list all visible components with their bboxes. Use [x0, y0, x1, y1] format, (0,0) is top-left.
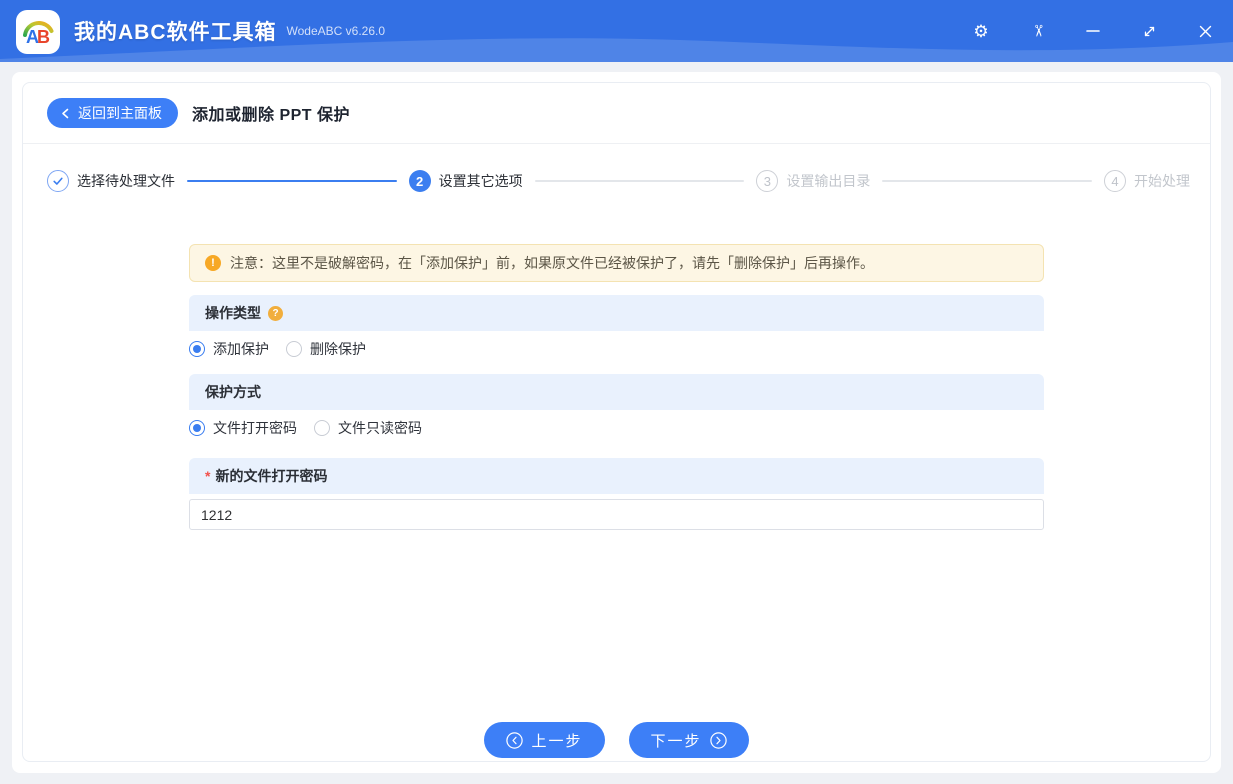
radio-unselected-icon [314, 420, 330, 436]
window-controls: ⚙ ✂ [972, 22, 1214, 40]
form-content: ! 注意：这里不是破解密码，在「添加保护」前，如果原文件已经被保护了，请先「删除… [189, 244, 1044, 530]
circle-arrow-left-icon [506, 731, 524, 749]
step-4-label: 开始处理 [1134, 173, 1191, 189]
required-asterisk: * [205, 468, 211, 484]
back-button-label: 返回到主面板 [78, 105, 162, 121]
new-password-label: 新的文件打开密码 [215, 468, 328, 484]
protection-mode-options: 文件打开密码 文件只读密码 [189, 416, 1044, 440]
card-header: 返回到主面板 添加或删除 PPT 保护 [23, 83, 1210, 144]
help-question-icon[interactable]: ? [268, 305, 283, 321]
radio-unselected-icon [286, 341, 302, 357]
step-connector [534, 180, 745, 182]
minimize-icon[interactable] [1084, 22, 1102, 40]
step-3-label: 设置输出目录 [786, 173, 871, 189]
step-2-number: 2 [408, 170, 431, 192]
step-1-check-icon [47, 170, 69, 192]
wizard-card: 返回到主面板 添加或删除 PPT 保护 选择待处理文件 2 设置其它选项 3 设… [22, 82, 1211, 762]
wizard-footer: 上一步 下一步 [23, 722, 1210, 758]
settings-gear-icon[interactable]: ⚙ [972, 22, 990, 40]
radio-remove-protection[interactable]: 删除保护 [286, 339, 366, 359]
section-new-password: * 新的文件打开密码 [189, 458, 1044, 494]
step-2-label: 设置其它选项 [438, 173, 523, 189]
main-panel: 返回到主面板 添加或删除 PPT 保护 选择待处理文件 2 设置其它选项 3 设… [12, 72, 1221, 773]
operation-type-options: 添加保护 删除保护 [189, 337, 1044, 361]
radio-selected-icon [189, 420, 205, 436]
page-title: 添加或删除 PPT 保护 [192, 107, 351, 124]
operation-type-label: 操作类型 [205, 305, 261, 321]
warning-icon: ! [205, 255, 221, 271]
step-2-set-options: 2 设置其它选项 [408, 170, 523, 192]
chevron-left-icon [62, 108, 69, 118]
step-connector-done [187, 180, 397, 182]
app-title: 我的ABC软件工具箱 [74, 21, 277, 44]
radio-open-password[interactable]: 文件打开密码 [189, 418, 297, 438]
app-version: WodeABC v6.26.0 [286, 24, 386, 38]
circle-arrow-right-icon [709, 731, 727, 749]
app-logo: AB [16, 9, 60, 54]
resize-icon[interactable] [1140, 22, 1158, 40]
close-icon[interactable] [1196, 22, 1214, 40]
previous-step-label: 上一步 [531, 732, 583, 750]
notice-text: 注意：这里不是破解密码，在「添加保护」前，如果原文件已经被保护了，请先「删除保护… [230, 255, 874, 271]
section-operation-type: 操作类型 ? [189, 295, 1044, 331]
step-connector [882, 180, 1093, 182]
step-3-number: 3 [756, 170, 779, 192]
step-indicator: 选择待处理文件 2 设置其它选项 3 设置输出目录 4 开始处理 [23, 144, 1210, 192]
radio-readonly-password[interactable]: 文件只读密码 [314, 418, 422, 438]
step-1-select-files: 选择待处理文件 [47, 170, 175, 192]
radio-selected-icon [189, 341, 205, 357]
step-3-output-directory: 3 设置输出目录 [756, 170, 870, 192]
protection-mode-label: 保护方式 [205, 384, 261, 400]
back-to-dashboard-button[interactable]: 返回到主面板 [47, 98, 178, 128]
notice-banner: ! 注意：这里不是破解密码，在「添加保护」前，如果原文件已经被保护了，请先「删除… [189, 244, 1044, 282]
section-protection-mode: 保护方式 [189, 374, 1044, 410]
step-4-number: 4 [1104, 170, 1127, 192]
previous-step-button[interactable]: 上一步 [484, 722, 605, 758]
password-input[interactable] [189, 499, 1044, 530]
next-step-label: 下一步 [650, 732, 702, 750]
radio-add-protection[interactable]: 添加保护 [189, 339, 269, 359]
logo-letters: AB [26, 27, 50, 47]
step-1-label: 选择待处理文件 [77, 173, 175, 189]
scissors-icon[interactable]: ✂ [1028, 22, 1046, 40]
titlebar: AB 我的ABC软件工具箱 WodeABC v6.26.0 ⚙ ✂ [0, 0, 1233, 62]
next-step-button[interactable]: 下一步 [628, 722, 749, 758]
step-4-start-processing: 4 开始处理 [1104, 170, 1190, 192]
